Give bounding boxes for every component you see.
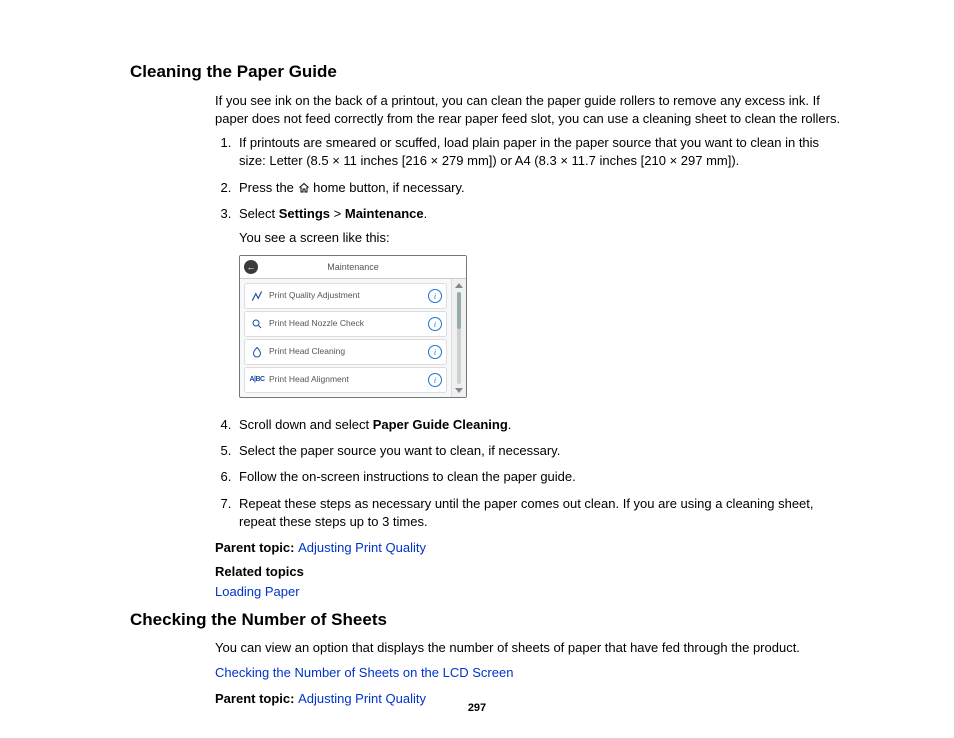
step4-post: . — [508, 417, 512, 432]
step3-note: You see a screen like this: — [239, 229, 844, 247]
step-2: Press the home button, if necessary. — [235, 179, 844, 197]
menu-label: Print Head Cleaning — [265, 346, 428, 358]
step-6: Follow the on-screen instructions to cle… — [235, 468, 844, 486]
step3-mid: > — [330, 206, 345, 221]
scroll-track — [457, 292, 461, 384]
scroll-up-icon — [455, 283, 463, 288]
menu-label: Print Quality Adjustment — [265, 290, 428, 302]
device-menu-list: Print Quality Adjustment i Print Head No… — [240, 279, 451, 397]
step-4: Scroll down and select Paper Guide Clean… — [235, 416, 844, 434]
device-screenshot: ← Maintenance Print Quality Adjustment i — [239, 255, 467, 398]
nozzle-icon — [249, 318, 265, 330]
page-number: 297 — [0, 701, 954, 716]
section2-body: You can view an option that displays the… — [215, 639, 844, 708]
intro-paragraph: If you see ink on the back of a printout… — [215, 92, 844, 128]
document-page: Cleaning the Paper Guide If you see ink … — [0, 0, 954, 738]
back-icon: ← — [244, 260, 258, 274]
device-scrollbar — [451, 279, 466, 397]
step4-bold: Paper Guide Cleaning — [373, 417, 508, 432]
parent-topic-row: Parent topic: Adjusting Print Quality — [215, 539, 844, 557]
step-3: Select Settings > Maintenance. You see a… — [235, 205, 844, 398]
step2-post: home button, if necessary. — [310, 180, 465, 195]
cleaning-icon — [249, 346, 265, 358]
steps-list-top: If printouts are smeared or scuffed, loa… — [215, 134, 844, 398]
menu-label: Print Head Nozzle Check — [265, 318, 428, 330]
parent-topic-label: Parent topic: — [215, 540, 298, 555]
section2-link[interactable]: Checking the Number of Sheets on the LCD… — [215, 665, 513, 680]
step3-post: . — [424, 206, 428, 221]
device-header: ← Maintenance — [240, 256, 466, 279]
step-7: Repeat these steps as necessary until th… — [235, 495, 844, 531]
step3-bold1: Settings — [279, 206, 330, 221]
scroll-thumb — [457, 292, 461, 329]
menu-row-head-alignment: A|BC Print Head Alignment i — [244, 367, 447, 393]
related-topics-label: Related topics — [215, 563, 844, 581]
info-icon: i — [428, 317, 442, 331]
home-icon — [298, 180, 310, 195]
step2-pre: Press the — [239, 180, 298, 195]
parent-topic-link[interactable]: Adjusting Print Quality — [298, 540, 426, 555]
related-topic-link[interactable]: Loading Paper — [215, 584, 300, 599]
menu-label: Print Head Alignment — [265, 374, 428, 386]
menu-row-head-cleaning: Print Head Cleaning i — [244, 339, 447, 365]
info-icon: i — [428, 289, 442, 303]
heading-cleaning-paper-guide: Cleaning the Paper Guide — [130, 60, 844, 84]
info-icon: i — [428, 345, 442, 359]
quality-icon — [249, 290, 265, 302]
steps-list-bottom: Scroll down and select Paper Guide Clean… — [215, 416, 844, 531]
step3-pre: Select — [239, 206, 279, 221]
section2-intro: You can view an option that displays the… — [215, 639, 844, 657]
heading-checking-number-of-sheets: Checking the Number of Sheets — [130, 608, 844, 632]
info-icon: i — [428, 373, 442, 387]
step3-bold2: Maintenance — [345, 206, 424, 221]
step4-pre: Scroll down and select — [239, 417, 373, 432]
menu-row-print-quality-adjustment: Print Quality Adjustment i — [244, 283, 447, 309]
scroll-down-icon — [455, 388, 463, 393]
step-5: Select the paper source you want to clea… — [235, 442, 844, 460]
menu-row-nozzle-check: Print Head Nozzle Check i — [244, 311, 447, 337]
alignment-icon: A|BC — [249, 375, 265, 385]
section1-body: If you see ink on the back of a printout… — [215, 92, 844, 602]
step-1: If printouts are smeared or scuffed, loa… — [235, 134, 844, 170]
device-title: Maintenance — [258, 261, 448, 274]
